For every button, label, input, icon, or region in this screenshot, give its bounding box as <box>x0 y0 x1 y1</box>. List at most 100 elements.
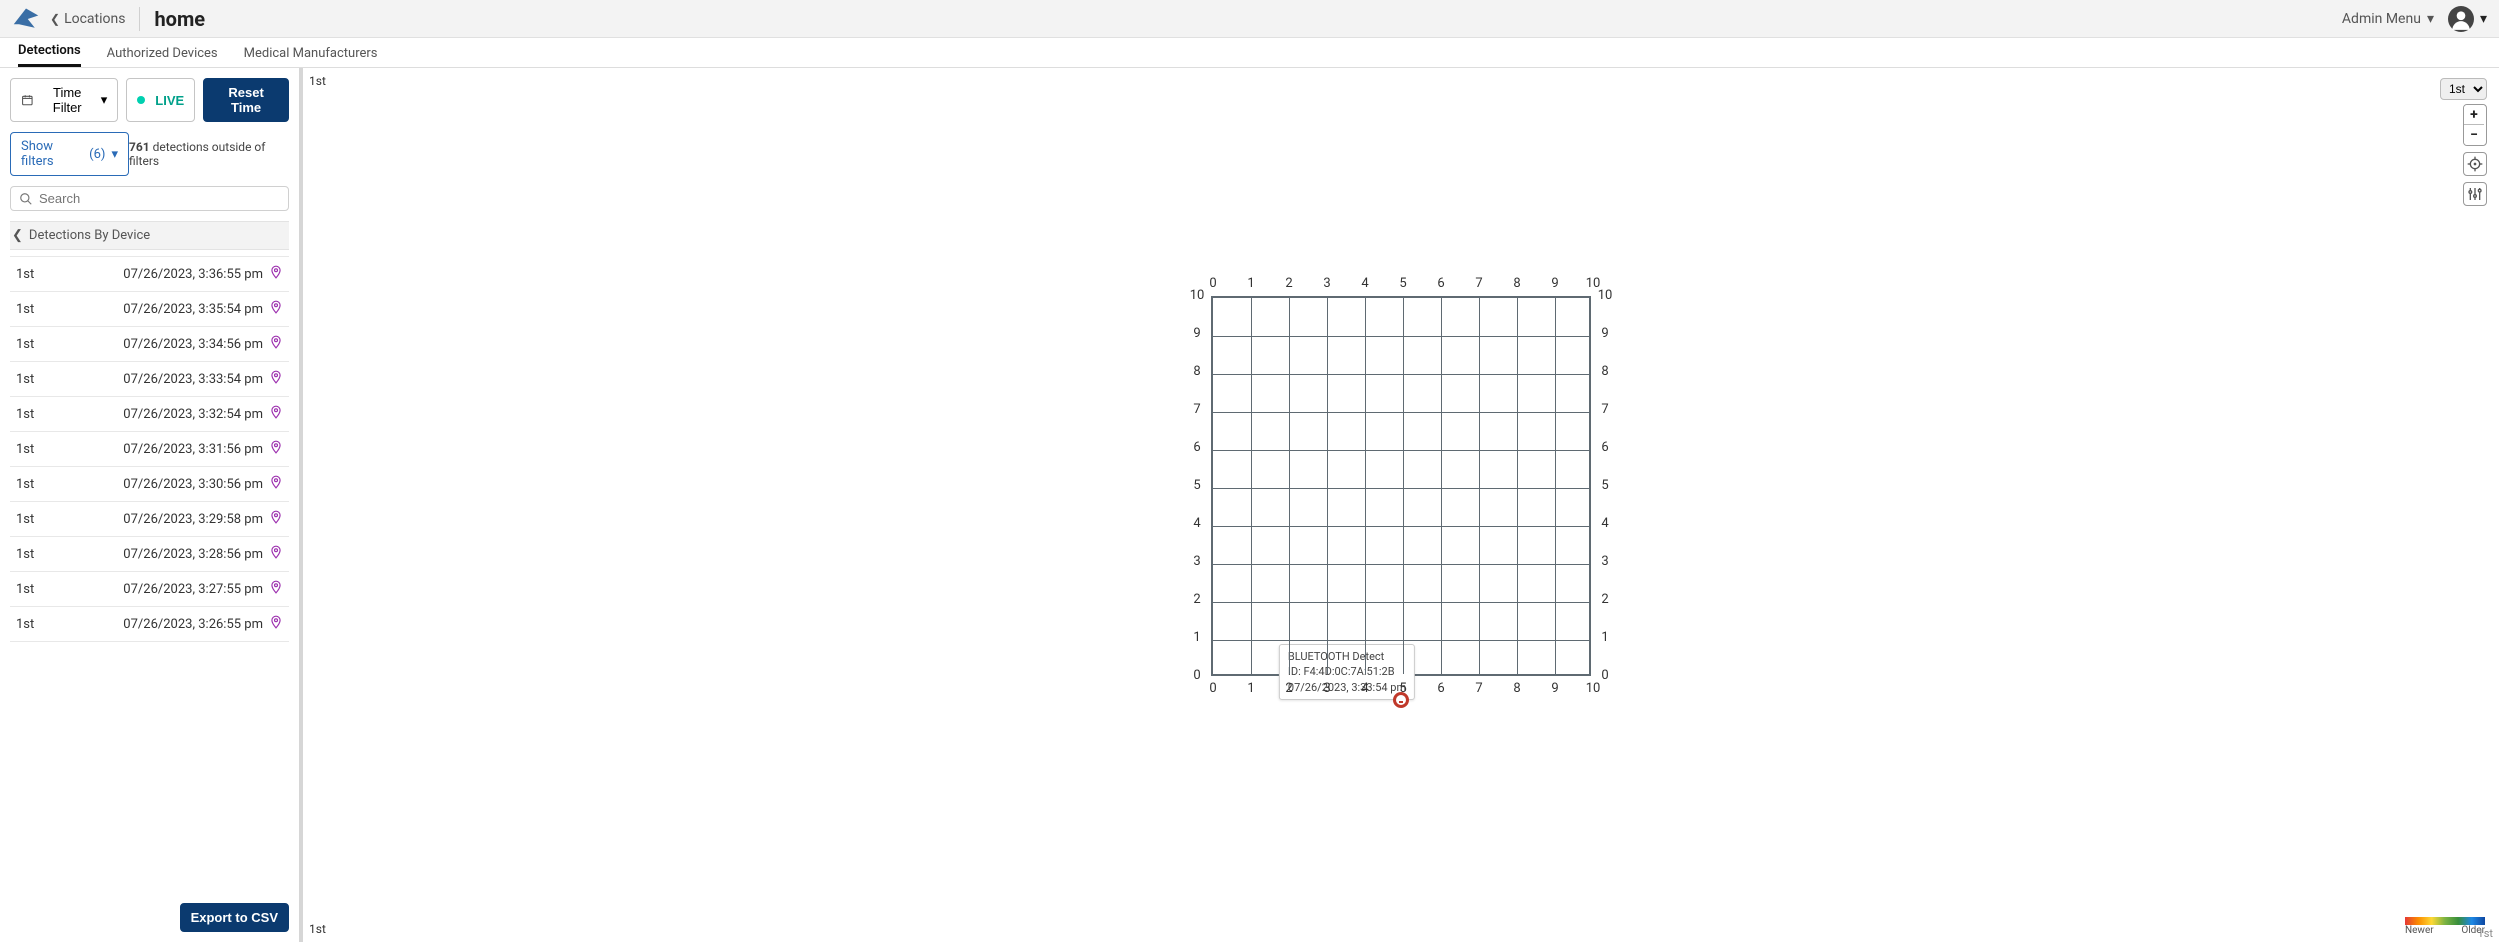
floor-select[interactable]: 1st <box>2440 78 2487 100</box>
back-locations-link[interactable]: ❮ Locations <box>50 11 125 27</box>
tooltip-line1: BLUETOOTH Detect <box>1288 649 1406 664</box>
map-controls: + − <box>2463 104 2487 206</box>
detections-by-device-header[interactable]: ❮ Detections By Device <box>10 221 289 250</box>
detection-room: 1st <box>16 372 34 387</box>
user-avatar-dropdown[interactable]: ▾ <box>2448 6 2487 32</box>
zoom-out-button[interactable]: − <box>2464 125 2484 145</box>
detection-timestamp: 07/26/2023, 3:26:55 pm <box>123 617 263 632</box>
location-pin-icon[interactable] <box>269 544 283 564</box>
show-filters-button[interactable]: Show filters (6) ▾ <box>10 132 129 176</box>
axis-tick-top: 7 <box>1469 276 1489 291</box>
axis-tick-left: 0 <box>1187 668 1207 683</box>
filter-row: Show filters (6) ▾ 761 detections outsid… <box>10 132 289 176</box>
map-grid[interactable]: BLUETOOTH Detect ID: F4:4D:0C:7A:51:2B 0… <box>1211 296 1591 676</box>
detection-room: 1st <box>16 302 34 317</box>
detection-row[interactable]: 1st 07/26/2023, 3:33:54 pm <box>10 362 289 397</box>
detection-row[interactable]: 1st07/26/2023, 3:30:56 pm <box>10 467 289 502</box>
detection-room: 1st <box>16 582 34 597</box>
location-pin-icon[interactable] <box>269 404 283 424</box>
axis-tick-right: 7 <box>1595 402 1615 417</box>
detection-row[interactable]: 1st07/26/2023, 3:35:54 pm <box>10 292 289 327</box>
axis-tick-bottom: 4 <box>1355 681 1375 696</box>
location-pin-icon[interactable] <box>269 509 283 529</box>
detection-row[interactable]: 1st 07/26/2023, 3:32:54 pm <box>10 397 289 432</box>
axis-tick-bottom: 3 <box>1317 681 1337 696</box>
live-status-dot-icon <box>137 96 145 104</box>
detection-row[interactable]: 1st07/26/2023, 3:31:56 pm <box>10 432 289 467</box>
axis-tick-top: 5 <box>1393 276 1413 291</box>
location-pin-icon[interactable] <box>269 474 283 494</box>
axis-tick-top: 8 <box>1507 276 1527 291</box>
detection-row[interactable]: 1st07/26/2023, 3:29:58 pm <box>10 502 289 537</box>
export-csv-button[interactable]: Export to CSV <box>180 903 289 932</box>
page-title: home <box>154 7 205 31</box>
map-settings-button[interactable] <box>2463 182 2487 206</box>
tabs: Detections Authorized Devices Medical Ma… <box>0 38 2499 68</box>
location-pin-icon[interactable] <box>269 369 283 389</box>
axis-tick-right: 0 <box>1595 668 1615 683</box>
detection-row[interactable]: 1st 07/26/2023, 3:28:56 pm <box>10 537 289 572</box>
detection-room: 1st <box>16 407 34 422</box>
detection-room: 1st <box>16 337 34 352</box>
live-label: LIVE <box>155 93 184 108</box>
detections-by-device-label: Detections By Device <box>29 228 150 243</box>
chevron-left-icon: ❮ <box>12 228 23 243</box>
detection-row[interactable]: 1st07/26/2023, 3:34:56 pm <box>10 327 289 362</box>
main: Time Filter ▾ LIVE Reset Time Show filte… <box>0 68 2499 942</box>
location-pin-icon[interactable] <box>269 264 283 284</box>
detection-room: 1st <box>16 442 34 457</box>
user-avatar-icon <box>2448 6 2474 32</box>
crosshair-icon <box>2467 156 2483 172</box>
location-pin-icon[interactable] <box>269 579 283 599</box>
divider <box>139 7 140 31</box>
reset-time-button[interactable]: Reset Time <box>203 78 289 122</box>
detections-list[interactable]: 1st07/26/2023, 3:36:55 pm1st07/26/2023, … <box>10 256 289 893</box>
axis-tick-right: 1 <box>1595 630 1615 645</box>
axis-tick-bottom: 7 <box>1469 681 1489 696</box>
axis-tick-left: 10 <box>1187 288 1207 303</box>
axis-tick-top: 9 <box>1545 276 1565 291</box>
location-pin-icon[interactable] <box>269 614 283 634</box>
zoom-in-button[interactable]: + <box>2464 105 2484 125</box>
tab-medical-manufacturers[interactable]: Medical Manufacturers <box>244 46 378 67</box>
search-input[interactable] <box>39 191 280 206</box>
chevron-down-icon: ▾ <box>2427 11 2434 27</box>
axis-tick-right: 10 <box>1595 288 1615 303</box>
admin-menu-dropdown[interactable]: Admin Menu ▾ <box>2342 11 2434 27</box>
show-filters-count: (6) <box>89 147 105 162</box>
axis-tick-top: 1 <box>1241 276 1261 291</box>
outside-label: detections outside of filters <box>129 140 265 168</box>
axis-tick-top: 3 <box>1317 276 1337 291</box>
detection-timestamp: 07/26/2023, 3:32:54 pm <box>123 407 263 422</box>
floor-label-top: 1st <box>309 74 326 88</box>
detection-room: 1st <box>16 547 34 562</box>
tooltip-line2: ID: F4:4D:0C:7A:51:2B <box>1288 664 1406 679</box>
detection-row[interactable]: 1st 07/26/2023, 3:26:55 pm <box>10 607 289 642</box>
time-filter-button[interactable]: Time Filter ▾ <box>10 78 118 122</box>
detection-room: 1st <box>16 617 34 632</box>
tab-authorized-devices[interactable]: Authorized Devices <box>107 46 218 67</box>
app-logo-icon <box>12 5 40 33</box>
recenter-button[interactable] <box>2463 152 2487 176</box>
location-pin-icon[interactable] <box>269 334 283 354</box>
location-pin-icon[interactable] <box>269 299 283 319</box>
detection-row[interactable]: 1st07/26/2023, 3:36:55 pm <box>10 257 289 292</box>
axis-tick-right: 4 <box>1595 516 1615 531</box>
tab-detections[interactable]: Detections <box>18 43 81 67</box>
axis-tick-top: 4 <box>1355 276 1375 291</box>
location-pin-icon[interactable] <box>269 439 283 459</box>
axis-tick-right: 9 <box>1595 326 1615 341</box>
legend-gradient-icon <box>2405 917 2485 925</box>
map-panel: 1st 1st 1st + − BLUETOOTH Detect I <box>303 68 2499 942</box>
detection-timestamp: 07/26/2023, 3:33:54 pm <box>123 372 263 387</box>
axis-tick-bottom: 5 <box>1393 681 1413 696</box>
live-button[interactable]: LIVE <box>126 78 195 122</box>
floor-label-bottom: 1st <box>309 922 326 936</box>
detection-timestamp: 07/26/2023, 3:28:56 pm <box>123 547 263 562</box>
chevron-down-icon: ▾ <box>101 92 108 108</box>
search-icon <box>19 192 33 206</box>
axis-tick-left: 5 <box>1187 478 1207 493</box>
axis-tick-left: 6 <box>1187 440 1207 455</box>
detection-row[interactable]: 1st07/26/2023, 3:27:55 pm <box>10 572 289 607</box>
axis-tick-bottom: 0 <box>1203 681 1223 696</box>
